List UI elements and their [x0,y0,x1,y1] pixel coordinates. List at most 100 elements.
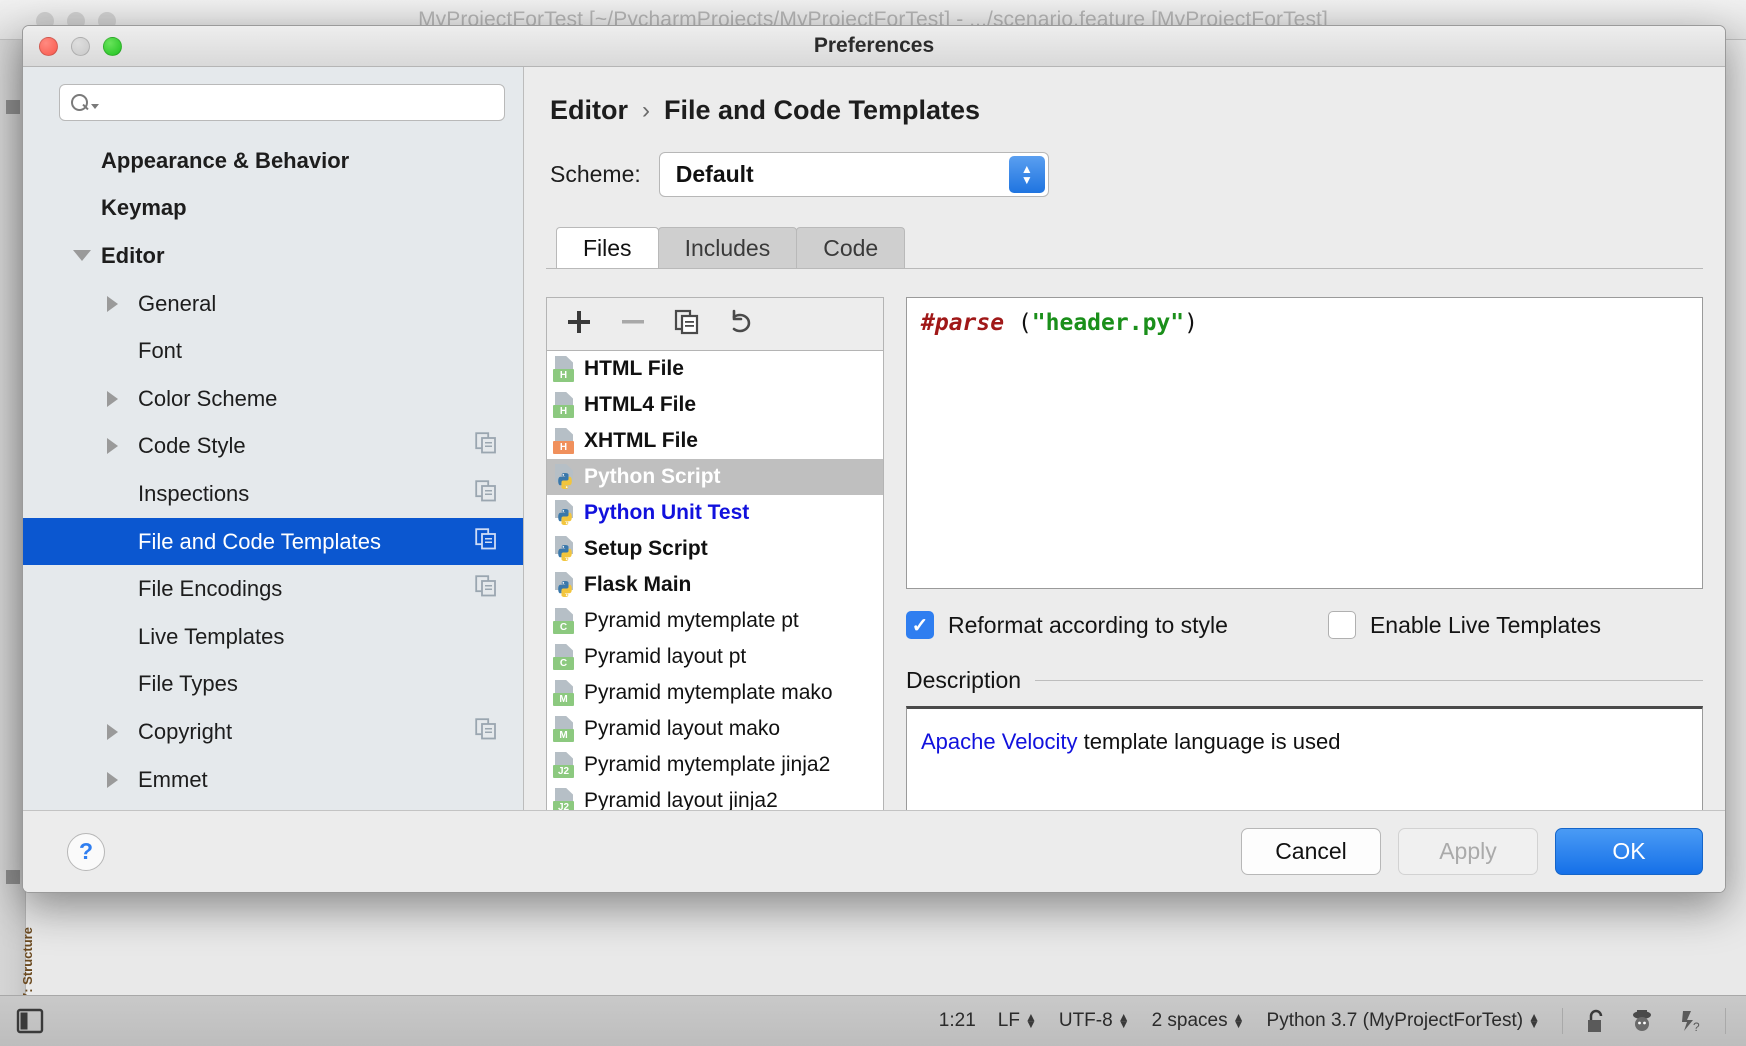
file-badge: M [553,729,574,742]
event-log-icon[interactable]: ? [1677,1008,1703,1034]
sidebar-item-file-types[interactable]: File Types [23,661,523,709]
template-code-editor[interactable]: #parse ("header.py") [906,297,1703,589]
template-list-item[interactable]: Python Unit Test [547,495,883,531]
dialog-close-button[interactable] [39,37,58,56]
search-icon [70,93,90,113]
status-indent[interactable]: 2 spaces ▲▼ [1152,1010,1245,1032]
chevron-updown-icon: ▲▼ [1025,1014,1037,1027]
unlocked-padlock-icon[interactable] [1585,1008,1607,1034]
template-list[interactable]: H HTML File HHTML4 FileHXHTML FilePython S… [546,350,884,871]
help-button[interactable]: ? [67,833,105,871]
breadcrumb: Editor › File and Code Templates [546,67,1703,126]
reset-template-button[interactable] [727,308,755,341]
dialog-traffic-lights[interactable] [39,37,122,56]
stepper-updown-icon[interactable]: ▲▼ [1009,156,1045,193]
hector-inspection-icon[interactable] [1629,1008,1655,1034]
breadcrumb-parent[interactable]: Editor [550,95,628,126]
apache-velocity-link[interactable]: Apache Velocity [921,729,1078,754]
template-list-item[interactable]: H HTML File [547,351,883,387]
sidebar-item-label: Font [138,338,182,364]
template-list-item[interactable]: Flask Main [547,567,883,603]
sidebar-item-font[interactable]: Font [23,327,523,375]
sidebar-item-appearance-behavior[interactable]: Appearance & Behavior [23,137,523,185]
template-name: Pyramid layout pt [584,645,746,669]
file-badge: H [553,405,574,418]
scheme-dropdown[interactable]: Default ▲▼ [659,152,1049,197]
sidebar-item-inspections[interactable]: Inspections [23,470,523,518]
chevron-right-icon[interactable] [107,772,118,788]
tab-includes[interactable]: Includes [658,227,798,268]
sidebar-item-editor[interactable]: Editor [23,232,523,280]
enable-live-templates-label: Enable Live Templates [1370,612,1601,639]
tab-label: Code [823,235,878,262]
chevron-right-icon[interactable] [107,391,118,407]
sidebar-item-code-style[interactable]: Code Style [23,423,523,471]
template-list-toolbar[interactable] [546,297,884,350]
template-name: HTML File [584,357,684,381]
chevron-updown-icon: ▲▼ [1118,1014,1130,1027]
sidebar-item-keymap[interactable]: Keymap [23,185,523,233]
interpreter-value: Python 3.7 (MyProjectForTest) [1267,1010,1524,1032]
sidebar-item-file-and-code-templates[interactable]: File and Code Templates [23,518,523,566]
template-list-item[interactable]: MPyramid layout mako [547,711,883,747]
settings-tree[interactable]: Appearance & BehaviorKeymapEditorGeneral… [23,133,523,893]
sidebar-item-live-templates[interactable]: Live Templates [23,613,523,661]
cancel-button[interactable]: Cancel [1241,828,1381,875]
description-text: template language is used [1078,729,1341,754]
copy-template-button[interactable] [673,308,701,341]
template-list-item[interactable]: HXHTML File [547,423,883,459]
breadcrumb-separator-icon: › [642,97,650,125]
sidebar-item-color-scheme[interactable]: Color Scheme [23,375,523,423]
template-list-item[interactable]: HHTML4 File [547,387,883,423]
add-template-button[interactable] [565,308,593,341]
template-list-item[interactable]: MPyramid mytemplate mako [547,675,883,711]
status-interpreter[interactable]: Python 3.7 (MyProjectForTest) ▲▼ [1267,1010,1540,1032]
template-category-tabs[interactable]: FilesIncludes Code [546,227,1703,269]
sidebar-item-label: Inspections [138,481,249,507]
dialog-zoom-button[interactable] [103,37,122,56]
file-type-icon: H [553,356,575,382]
ok-button[interactable]: OK [1555,828,1703,875]
tab-code[interactable]: Code [796,227,905,268]
remove-template-button[interactable] [619,308,647,341]
status-encoding[interactable]: UTF-8 ▲▼ [1059,1010,1130,1032]
reformat-checkbox-label: Reformat according to style [948,612,1228,639]
sidebar-item-copyright[interactable]: Copyright [23,708,523,756]
sidebar-item-label: Copyright [138,719,232,745]
file-type-icon [553,500,575,526]
structure-tool-chip[interactable] [6,870,20,884]
chevron-down-icon[interactable] [73,250,91,261]
tool-tab-structure[interactable]: 7: Structure [20,927,35,1000]
template-list-item[interactable]: CPyramid mytemplate pt [547,603,883,639]
project-tool-chip[interactable] [6,100,20,114]
checkbox-box-unchecked[interactable] [1328,611,1356,639]
preferences-content: Editor › File and Code Templates Scheme:… [524,67,1725,893]
reformat-checkbox[interactable]: ✓ Reformat according to style [906,611,1228,639]
chevron-right-icon[interactable] [107,296,118,312]
copy-indicator-icon [475,528,497,556]
dialog-minimize-button[interactable] [71,37,90,56]
chevron-right-icon[interactable] [107,438,118,454]
status-line-separator[interactable]: LF ▲▼ [998,1010,1037,1032]
python-icon [556,508,574,526]
template-list-item[interactable]: Setup Script [547,531,883,567]
template-list-item[interactable]: CPyramid layout pt [547,639,883,675]
chevron-down-icon [91,104,99,109]
status-toggle-toolbar-button[interactable] [0,1007,60,1035]
checkbox-box-checked[interactable]: ✓ [906,611,934,639]
status-caret-position[interactable]: 1:21 [939,1010,976,1032]
sidebar-item-file-encodings[interactable]: File Encodings [23,565,523,613]
file-type-icon [553,536,575,562]
chevron-right-icon[interactable] [107,724,118,740]
template-name: Pyramid mytemplate mako [584,681,833,705]
description-header: Description [906,667,1703,694]
search-input[interactable] [105,91,494,114]
sidebar-item-emmet[interactable]: Emmet [23,756,523,804]
settings-search-box[interactable] [59,84,505,121]
file-type-icon: H [553,392,575,418]
sidebar-item-general[interactable]: General [23,280,523,328]
template-list-item[interactable]: J2Pyramid mytemplate jinja2 [547,747,883,783]
tab-files[interactable]: Files [556,227,659,268]
enable-live-templates-checkbox[interactable]: Enable Live Templates [1328,611,1601,639]
template-list-item[interactable]: Python Script [547,459,883,495]
